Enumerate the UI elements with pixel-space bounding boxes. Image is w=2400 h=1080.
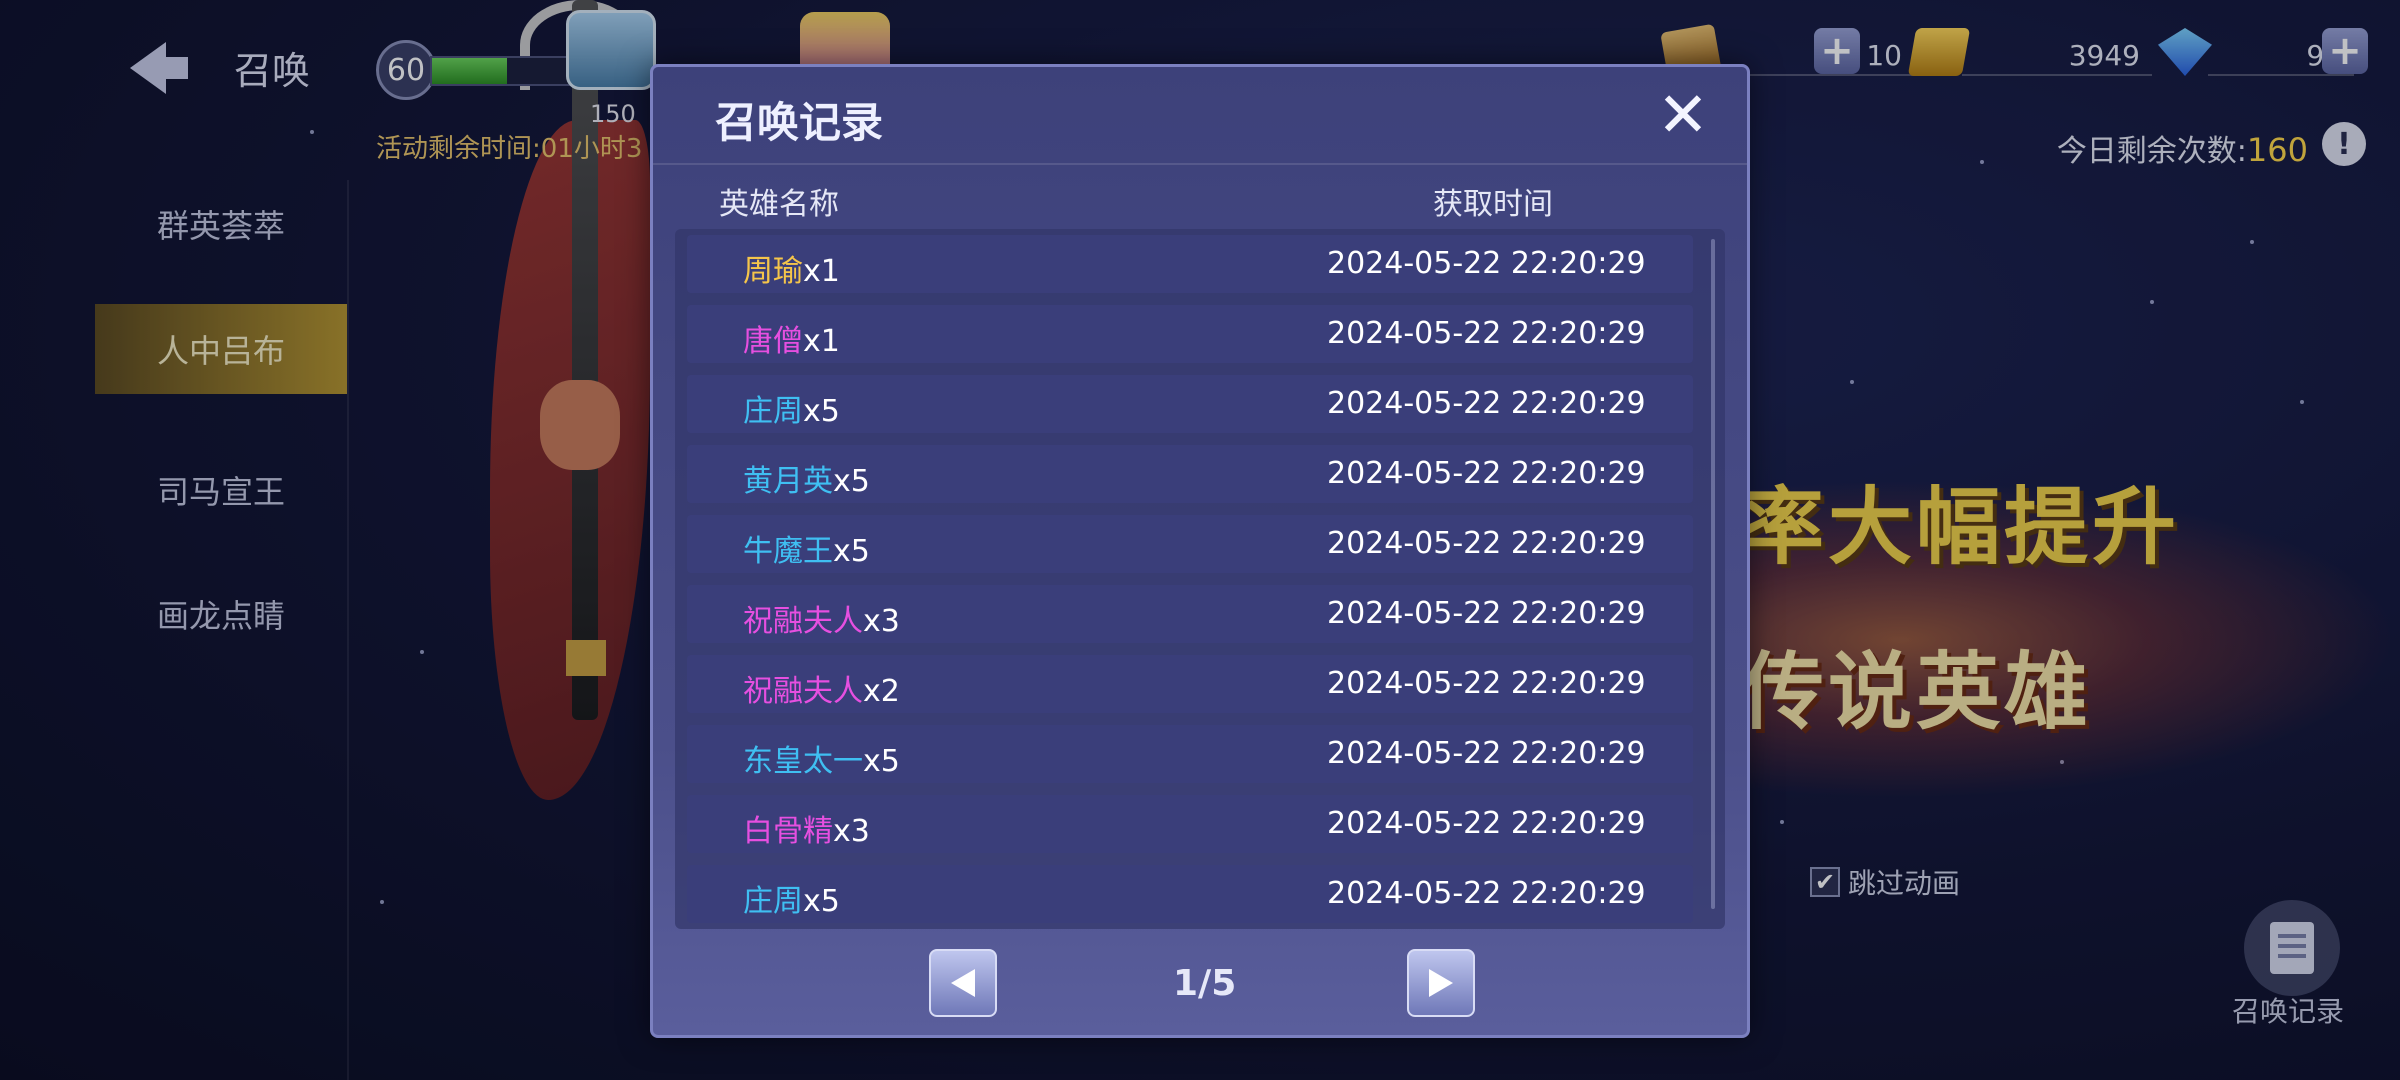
obtain-time-cell: 2024-05-22 22:20:29: [1327, 876, 1646, 911]
hero-count: x2: [863, 674, 900, 709]
obtain-time-cell: 2024-05-22 22:20:29: [1327, 806, 1646, 841]
left-arrow-icon: [951, 969, 975, 997]
dialog-header: 召唤记录 ✕: [653, 67, 1747, 165]
hero-count: x5: [803, 394, 840, 429]
close-icon[interactable]: ✕: [1653, 84, 1713, 146]
table-row: 东皇太一x5 2024-05-22 22:20:29: [687, 725, 1693, 783]
hero-count: x5: [863, 744, 900, 779]
table-row: 牛魔王x5 2024-05-22 22:20:29: [687, 515, 1693, 573]
hero-name: 东皇太一: [743, 744, 863, 779]
hero-name-cell: 祝融夫人x3: [743, 596, 900, 640]
summon-record-dialog: 召唤记录 ✕ 英雄名称 获取时间 周瑜x1 2024-05-22 22:20:29…: [650, 64, 1750, 1038]
obtain-time-cell: 2024-05-22 22:20:29: [1327, 456, 1646, 491]
obtain-time-cell: 2024-05-22 22:20:29: [1327, 246, 1646, 281]
hero-count: x3: [833, 814, 870, 849]
hero-name-cell: 唐僧x1: [743, 316, 840, 360]
obtain-time-cell: 2024-05-22 22:20:29: [1327, 736, 1646, 771]
hero-name-cell: 祝融夫人x2: [743, 666, 900, 710]
hero-name-cell: 庄周x5: [743, 876, 840, 920]
pagination: 1/5: [653, 949, 1747, 1019]
hero-name: 唐僧: [743, 324, 803, 359]
hero-name: 黄月英: [743, 464, 833, 499]
hero-count: x1: [803, 324, 840, 359]
table-header: 英雄名称 获取时间: [653, 165, 1747, 227]
hero-name-cell: 白骨精x3: [743, 806, 870, 850]
record-list[interactable]: 周瑜x1 2024-05-22 22:20:29 唐僧x1 2024-05-22 22…: [675, 229, 1725, 929]
hero-name-cell: 黄月英x5: [743, 456, 870, 500]
hero-name: 祝融夫人: [743, 604, 863, 639]
hero-count: x5: [833, 534, 870, 569]
table-row: 庄周x5 2024-05-22 22:20:29: [687, 375, 1693, 433]
table-row: 庄周x5 2024-05-22 22:20:29: [687, 865, 1693, 923]
hero-name-cell: 牛魔王x5: [743, 526, 870, 570]
obtain-time-cell: 2024-05-22 22:20:29: [1327, 386, 1646, 421]
hero-name-cell: 东皇太一x5: [743, 736, 900, 780]
column-header-time: 获取时间: [1433, 187, 1553, 222]
table-row: 祝融夫人x2 2024-05-22 22:20:29: [687, 655, 1693, 713]
hero-count: x1: [803, 254, 840, 289]
hero-name: 周瑜: [743, 254, 803, 289]
table-row: 唐僧x1 2024-05-22 22:20:29: [687, 305, 1693, 363]
hero-name-cell: 庄周x5: [743, 386, 840, 430]
obtain-time-cell: 2024-05-22 22:20:29: [1327, 596, 1646, 631]
next-page-button[interactable]: [1407, 949, 1475, 1017]
hero-name: 庄周: [743, 394, 803, 429]
page-indicator: 1/5: [1173, 963, 1237, 1004]
obtain-time-cell: 2024-05-22 22:20:29: [1327, 316, 1646, 351]
prev-page-button[interactable]: [929, 949, 997, 1017]
hero-name: 祝融夫人: [743, 674, 863, 709]
right-arrow-icon: [1429, 969, 1453, 997]
obtain-time-cell: 2024-05-22 22:20:29: [1327, 526, 1646, 561]
table-row: 白骨精x3 2024-05-22 22:20:29: [687, 795, 1693, 853]
list-scrollbar[interactable]: [1711, 239, 1715, 909]
hero-count: x3: [863, 604, 900, 639]
hero-count: x5: [833, 464, 870, 499]
hero-name: 白骨精: [743, 814, 833, 849]
hero-name: 牛魔王: [743, 534, 833, 569]
hero-name-cell: 周瑜x1: [743, 246, 840, 290]
hero-name: 庄周: [743, 884, 803, 919]
table-row: 黄月英x5 2024-05-22 22:20:29: [687, 445, 1693, 503]
hero-count: x5: [803, 884, 840, 919]
column-header-hero: 英雄名称: [719, 187, 839, 222]
dialog-title: 召唤记录: [715, 98, 884, 147]
table-row: 周瑜x1 2024-05-22 22:20:29: [687, 235, 1693, 293]
obtain-time-cell: 2024-05-22 22:20:29: [1327, 666, 1646, 701]
table-row: 祝融夫人x3 2024-05-22 22:20:29: [687, 585, 1693, 643]
